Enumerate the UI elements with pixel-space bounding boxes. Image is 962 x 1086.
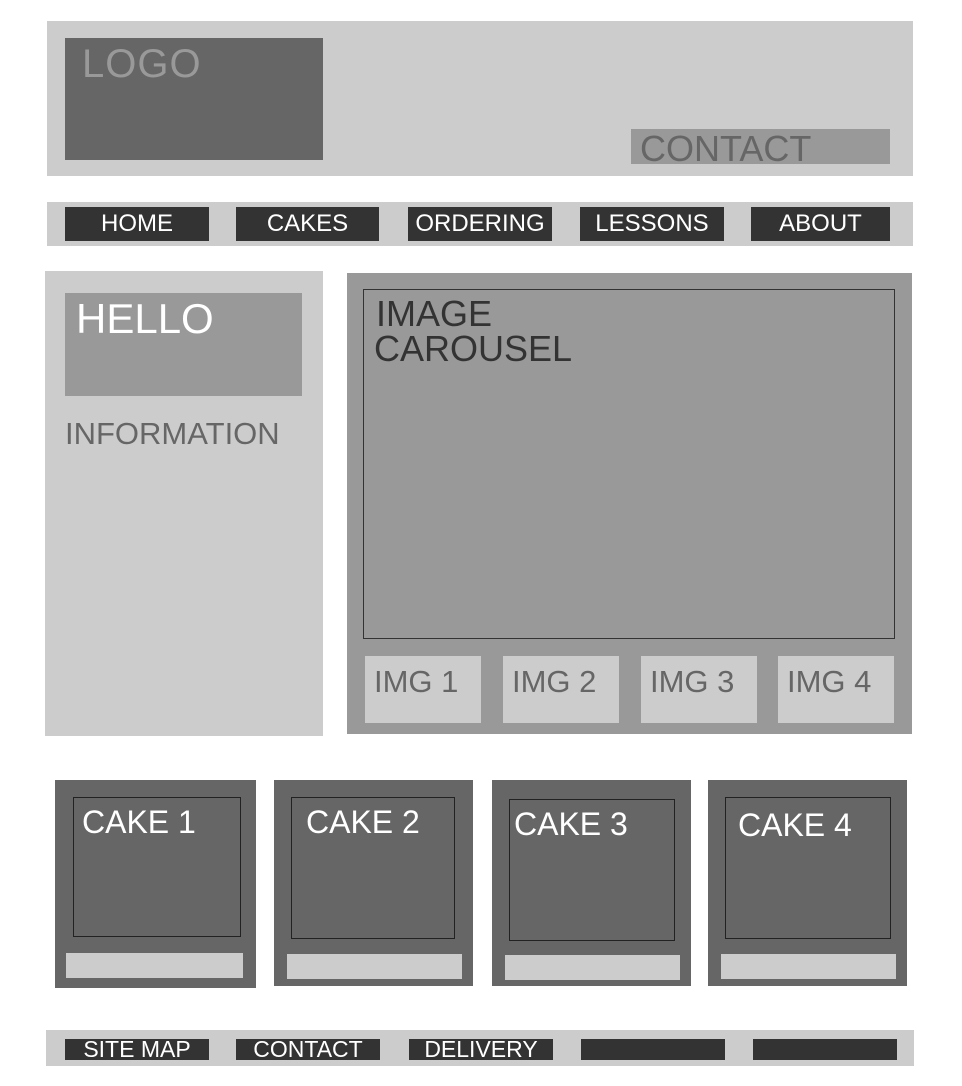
footer-sitemap-link[interactable]: SITE MAP: [65, 1036, 209, 1062]
nav-about-button[interactable]: ABOUT: [751, 207, 890, 241]
thumb-label: IMG 3: [650, 664, 735, 699]
thumb-label: IMG 4: [787, 664, 872, 699]
logo-label: LOGO: [82, 42, 202, 86]
cake-label: CAKE 1: [82, 804, 196, 840]
header-contact-label: CONTACT: [640, 128, 812, 169]
carousel-thumb-3[interactable]: IMG 3: [641, 656, 757, 723]
carousel-thumb-1[interactable]: IMG 1: [365, 656, 481, 723]
cake-image-2[interactable]: CAKE 2: [291, 797, 455, 939]
cake-caption-4: [721, 954, 896, 979]
nav-ordering-button[interactable]: ORDERING: [408, 207, 552, 241]
cake-caption-1: [66, 953, 243, 978]
carousel-title: IMAGE CAROUSEL: [374, 293, 573, 369]
carousel-thumb-2[interactable]: IMG 2: [503, 656, 619, 723]
information-text: INFORMATION: [65, 416, 280, 451]
footer-delivery-link[interactable]: DELIVERY: [409, 1036, 553, 1062]
cake-label: CAKE 4: [738, 807, 852, 843]
image-carousel[interactable]: IMAGE CAROUSEL: [363, 289, 895, 639]
thumb-label: IMG 2: [512, 664, 597, 699]
logo[interactable]: LOGO: [65, 38, 323, 160]
cake-image-1[interactable]: CAKE 1: [73, 797, 241, 937]
cake-image-3[interactable]: CAKE 3: [509, 799, 675, 941]
hello-heading: HELLO: [76, 295, 214, 342]
carousel-title-line1: IMAGE: [376, 293, 493, 334]
cake-image-4[interactable]: CAKE 4: [725, 797, 891, 939]
footer-contact-link[interactable]: CONTACT: [236, 1036, 380, 1062]
footer-link-placeholder-2[interactable]: [753, 1039, 897, 1060]
nav-cakes-button[interactable]: CAKES: [236, 207, 379, 241]
cake-card-4[interactable]: CAKE 4: [708, 780, 907, 986]
thumb-label: IMG 1: [374, 664, 459, 699]
cake-card-2[interactable]: CAKE 2: [274, 780, 473, 986]
cake-card-3[interactable]: CAKE 3: [492, 780, 691, 986]
cake-card-1[interactable]: CAKE 1: [55, 780, 256, 988]
footer-link-placeholder-1[interactable]: [581, 1039, 725, 1060]
header-contact-link[interactable]: CONTACT: [631, 128, 890, 169]
hello-box: HELLO: [65, 293, 302, 396]
cake-label: CAKE 2: [306, 804, 420, 840]
cake-caption-2: [287, 954, 462, 979]
nav-lessons-button[interactable]: LESSONS: [580, 207, 724, 241]
cake-caption-3: [505, 955, 680, 980]
carousel-title-line2: CAROUSEL: [374, 328, 573, 369]
cake-label: CAKE 3: [514, 806, 628, 842]
nav-home-button[interactable]: HOME: [65, 207, 209, 241]
carousel-thumb-4[interactable]: IMG 4: [778, 656, 894, 723]
